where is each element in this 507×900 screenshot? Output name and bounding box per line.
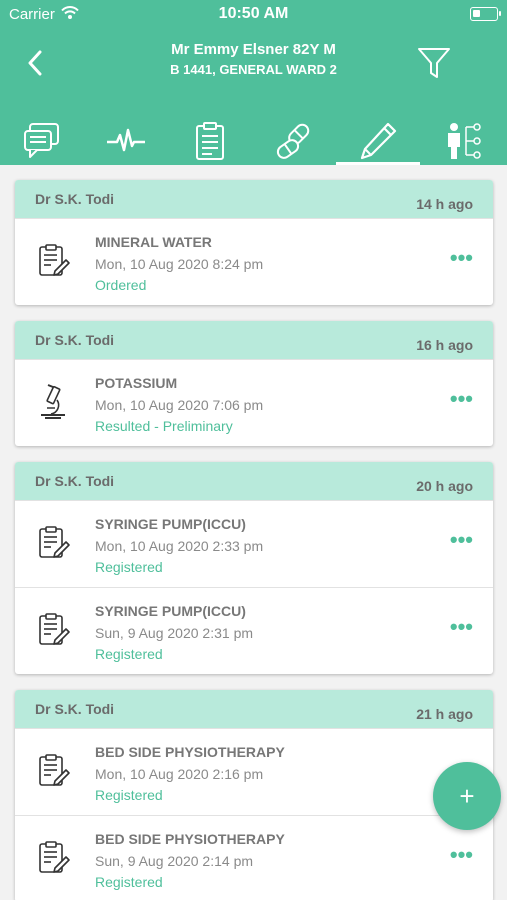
microscope-icon bbox=[41, 384, 65, 419]
patient-name: Mr Emmy Elsner 82Y M bbox=[171, 41, 336, 58]
order-clipboard-icon bbox=[39, 244, 70, 276]
status-bar: Carrier 10:50 AM bbox=[0, 0, 507, 28]
pen-icon bbox=[360, 122, 397, 159]
tab-care-team[interactable] bbox=[420, 116, 504, 165]
add-order-button[interactable]: + bbox=[433, 762, 501, 830]
order-name: MINERAL WATER bbox=[95, 234, 212, 250]
doctor-name: Dr S.K. Todi bbox=[35, 473, 115, 489]
order-date: Sun, 9 Aug 2020 2:31 pm bbox=[95, 625, 254, 641]
order-date: Mon, 10 Aug 2020 8:24 pm bbox=[95, 256, 264, 272]
order-item[interactable]: BED SIDE PHYSIOTHERAPY Mon, 10 Aug 2020 … bbox=[15, 728, 493, 815]
order-name: BED SIDE PHYSIOTHERAPY bbox=[95, 831, 285, 847]
order-group: Dr S.K. Todi 14 h ago MINERAL WATER Mon,… bbox=[15, 180, 493, 305]
battery-icon bbox=[470, 7, 501, 21]
tab-bar bbox=[0, 116, 507, 165]
time-ago: 20 h ago bbox=[416, 478, 473, 494]
order-status: Registered bbox=[95, 787, 163, 803]
pills-icon bbox=[276, 123, 310, 159]
order-item[interactable]: POTASSIUM Mon, 10 Aug 2020 7:06 pm Resul… bbox=[15, 359, 493, 446]
tab-chat[interactable] bbox=[0, 116, 84, 165]
time-ago: 14 h ago bbox=[416, 196, 473, 212]
order-group: Dr S.K. Todi 16 h ago POTASSIUM Mon, 10 … bbox=[15, 321, 493, 446]
more-options-button[interactable]: ••• bbox=[450, 388, 473, 410]
clipboard-icon bbox=[196, 121, 224, 160]
order-name: SYRINGE PUMP(ICCU) bbox=[95, 603, 246, 619]
order-item[interactable]: SYRINGE PUMP(ICCU) Mon, 10 Aug 2020 2:33… bbox=[15, 500, 493, 587]
order-name: POTASSIUM bbox=[95, 375, 178, 391]
order-status: Registered bbox=[95, 874, 163, 890]
order-group: Dr S.K. Todi 21 h ago BED SIDE PHYSIOTHE… bbox=[15, 690, 493, 900]
group-header: Dr S.K. Todi 16 h ago bbox=[15, 321, 493, 359]
patient-info: Mr Emmy Elsner 82Y M B 1441, GENERAL WAR… bbox=[80, 41, 427, 77]
order-date: Mon, 10 Aug 2020 2:16 pm bbox=[95, 766, 264, 782]
order-status: Resulted - Preliminary bbox=[95, 418, 233, 434]
tab-vitals[interactable] bbox=[84, 116, 168, 165]
clock: 10:50 AM bbox=[218, 5, 289, 22]
time-ago: 21 h ago bbox=[416, 706, 473, 722]
group-header: Dr S.K. Todi 21 h ago bbox=[15, 690, 493, 728]
chevron-left-icon bbox=[28, 50, 42, 76]
order-item[interactable]: BED SIDE PHYSIOTHERAPY Sun, 9 Aug 2020 2… bbox=[15, 815, 493, 900]
filter-icon bbox=[418, 48, 450, 78]
order-clipboard-icon bbox=[39, 841, 70, 873]
order-item[interactable]: MINERAL WATER Mon, 10 Aug 2020 8:24 pm O… bbox=[15, 218, 493, 305]
patient-ward: B 1441, GENERAL WARD 2 bbox=[170, 62, 337, 77]
vitals-icon bbox=[107, 128, 145, 151]
order-clipboard-icon bbox=[39, 613, 70, 645]
order-clipboard-icon bbox=[39, 754, 70, 786]
order-date: Mon, 10 Aug 2020 2:33 pm bbox=[95, 538, 264, 554]
person-tree-icon bbox=[448, 122, 481, 159]
tab-orders[interactable] bbox=[336, 116, 420, 165]
order-status: Registered bbox=[95, 646, 163, 662]
more-options-button[interactable]: ••• bbox=[450, 844, 473, 866]
more-options-button[interactable]: ••• bbox=[450, 616, 473, 638]
order-name: SYRINGE PUMP(ICCU) bbox=[95, 516, 246, 532]
more-options-button[interactable]: ••• bbox=[450, 247, 473, 269]
back-button[interactable] bbox=[22, 48, 48, 78]
tab-clipboard[interactable] bbox=[168, 116, 252, 165]
time-ago: 16 h ago bbox=[416, 337, 473, 353]
order-item[interactable]: SYRINGE PUMP(ICCU) Sun, 9 Aug 2020 2:31 … bbox=[15, 587, 493, 674]
order-group: Dr S.K. Todi 20 h ago SYRINGE PUMP(ICCU)… bbox=[15, 462, 493, 674]
orders-list: Dr S.K. Todi 14 h ago MINERAL WATER Mon,… bbox=[15, 180, 493, 900]
chat-icon bbox=[24, 122, 59, 158]
filter-button[interactable] bbox=[417, 46, 451, 80]
tab-pills[interactable] bbox=[252, 116, 336, 165]
order-status: Registered bbox=[95, 559, 163, 575]
app-header: Mr Emmy Elsner 82Y M B 1441, GENERAL WAR… bbox=[0, 28, 507, 165]
order-name: BED SIDE PHYSIOTHERAPY bbox=[95, 744, 285, 760]
group-header: Dr S.K. Todi 14 h ago bbox=[15, 180, 493, 218]
order-date: Sun, 9 Aug 2020 2:14 pm bbox=[95, 853, 254, 869]
doctor-name: Dr S.K. Todi bbox=[35, 701, 115, 717]
order-status: Ordered bbox=[95, 277, 147, 293]
order-date: Mon, 10 Aug 2020 7:06 pm bbox=[95, 397, 264, 413]
doctor-name: Dr S.K. Todi bbox=[35, 191, 115, 207]
group-header: Dr S.K. Todi 20 h ago bbox=[15, 462, 493, 500]
more-options-button[interactable]: ••• bbox=[450, 529, 473, 551]
order-clipboard-icon bbox=[39, 526, 70, 558]
doctor-name: Dr S.K. Todi bbox=[35, 332, 115, 348]
